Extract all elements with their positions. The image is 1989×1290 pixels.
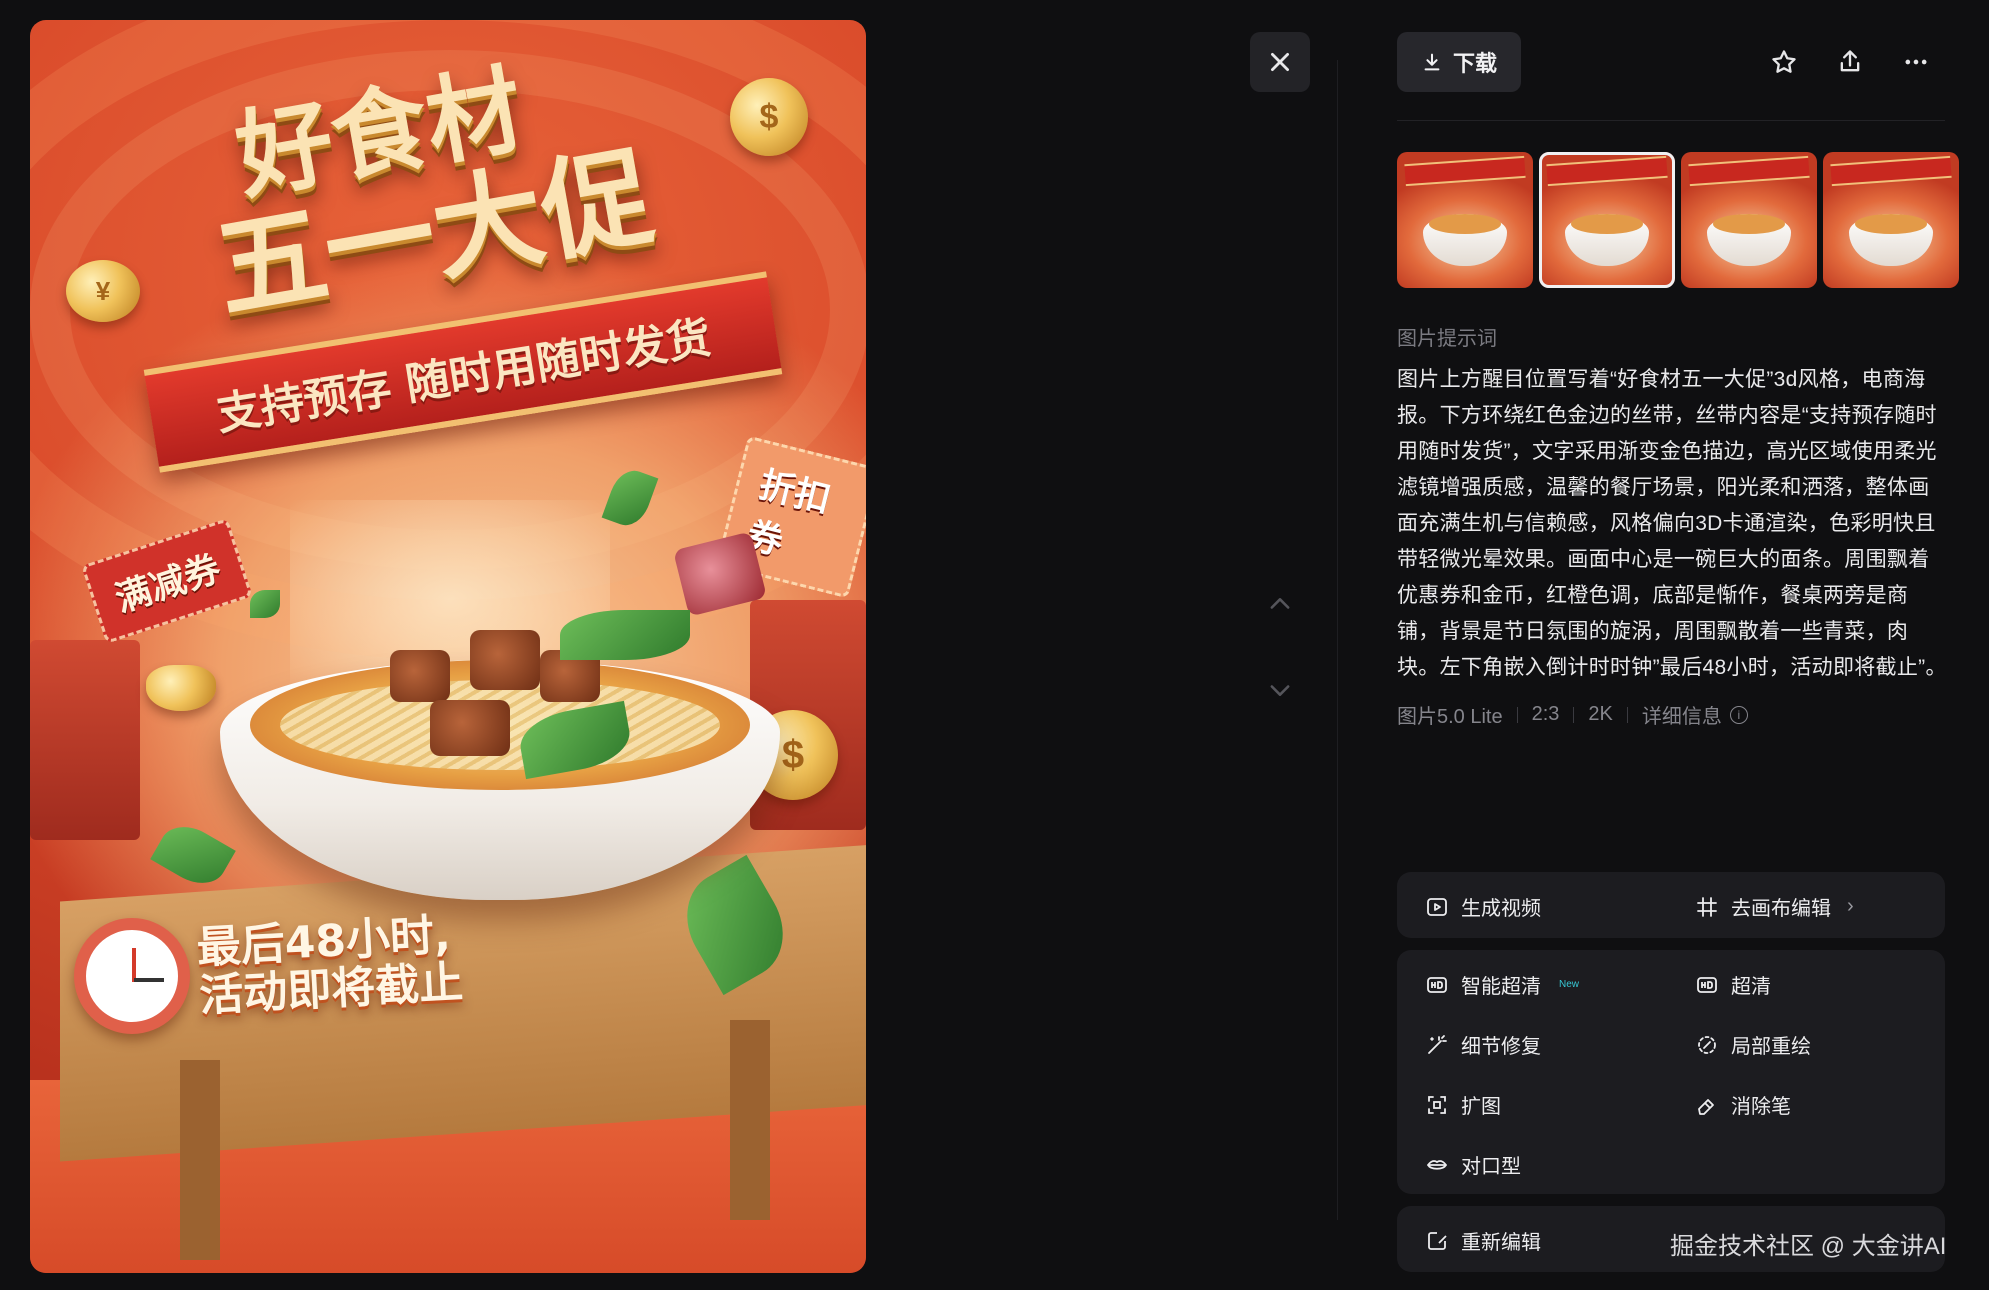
re-edit-label: 重新编辑 xyxy=(1461,1232,1541,1254)
details-link[interactable]: 详细信息 i xyxy=(1642,700,1748,729)
chevron-up-icon xyxy=(1270,598,1290,609)
new-badge: New xyxy=(1559,979,1580,990)
lip-sync-label: 对口型 xyxy=(1461,1156,1521,1178)
alarm-clock-icon xyxy=(74,918,190,1034)
generate-video-button[interactable]: 生成视频 xyxy=(1425,892,1541,921)
watermark: 掘金技术社区 @ 大金讲AI xyxy=(1670,1233,1947,1260)
close-button[interactable] xyxy=(1250,32,1310,92)
eraser-icon xyxy=(1698,1098,1714,1115)
share-icon xyxy=(1840,50,1860,72)
thumbnail-1[interactable] xyxy=(1397,152,1533,288)
beef-chunk xyxy=(390,650,450,702)
shop-left xyxy=(30,640,140,840)
header-divider xyxy=(1397,120,1945,121)
crop-icon xyxy=(1697,896,1717,917)
eraser-button[interactable]: 消除笔 xyxy=(1695,1090,1791,1119)
meta-separator xyxy=(1573,706,1575,723)
play-icon xyxy=(1427,897,1447,916)
hd-icon xyxy=(1697,976,1717,993)
panel-divider xyxy=(1337,60,1338,1220)
favorite-button[interactable] xyxy=(1766,44,1802,80)
table-leg xyxy=(180,1060,220,1260)
canvas-edit-label: 去画布编辑 xyxy=(1731,898,1831,920)
re-edit-button[interactable]: 重新编辑 xyxy=(1425,1226,1541,1255)
chevron-down-icon xyxy=(1270,685,1290,696)
generate-video-label: 生成视频 xyxy=(1461,898,1541,920)
upscale-label: 超清 xyxy=(1731,976,1771,998)
leaf-icon xyxy=(250,590,280,618)
action-card-primary: 生成视频 去画布编辑 › xyxy=(1397,872,1945,938)
download-label: 下载 xyxy=(1452,51,1497,76)
noodle-bowl xyxy=(220,610,780,920)
meta-ratio: 2:3 xyxy=(1531,703,1560,725)
inpaint-label: 局部重绘 xyxy=(1731,1036,1811,1058)
countdown-text: 最后48小时, 活动即将截止 xyxy=(196,910,465,1022)
prompt-text: 图片上方醒目位置写着“好食材五一大促”3d风格，电商海报。下方环绕红色金边的丝带… xyxy=(1397,368,1947,679)
previous-image-button[interactable] xyxy=(1266,590,1294,618)
magic-wand-icon xyxy=(1428,1034,1447,1054)
gold-ingot-icon xyxy=(146,665,216,711)
detail-fix-button[interactable]: 细节修复 xyxy=(1425,1030,1541,1059)
brush-circle-icon xyxy=(1698,1035,1716,1054)
meta-model: 图片5.0 Lite xyxy=(1397,706,1503,728)
expand-icon xyxy=(1428,1095,1446,1114)
upscale-button[interactable]: 超清 xyxy=(1695,970,1771,999)
lip-sync-button[interactable]: 对口型 xyxy=(1425,1150,1521,1179)
info-icon: i xyxy=(1729,705,1748,724)
thumbnail-strip xyxy=(1397,152,1959,288)
download-button[interactable]: 下载 xyxy=(1397,32,1521,92)
detail-fix-label: 细节修复 xyxy=(1461,1036,1541,1058)
expand-label: 扩图 xyxy=(1461,1096,1501,1118)
generated-poster-image[interactable]: $ ¥ $ 好食材 五一大促 支持预存 随时用随时发货 满减券 折扣券 最后48… xyxy=(30,20,866,1273)
eraser-label: 消除笔 xyxy=(1731,1096,1791,1118)
prompt-label: 图片提示词 xyxy=(1397,328,1497,350)
meta-separator xyxy=(1516,706,1518,723)
beef-chunk xyxy=(470,630,540,690)
lips-icon xyxy=(1426,1159,1448,1170)
image-viewer: $ ¥ $ 好食材 五一大促 支持预存 随时用随时发货 满减券 折扣券 最后48… xyxy=(0,0,1989,1290)
action-card-tools: 智能超清 New 超清 细节修复 局部重绘 扩图 消除笔 对口型 xyxy=(1397,950,1945,1194)
edit-icon xyxy=(1428,1231,1447,1250)
more-icon xyxy=(1905,59,1927,65)
canvas-edit-button[interactable]: 去画布编辑 › xyxy=(1695,892,1854,921)
chevron-right-icon: › xyxy=(1847,895,1854,917)
more-button[interactable] xyxy=(1898,44,1934,80)
gold-coin-icon: ¥ xyxy=(66,260,140,322)
download-icon xyxy=(1424,53,1440,71)
image-meta: 图片5.0 Lite 2:3 2K 详细信息 i xyxy=(1397,700,1748,729)
beef-chunk xyxy=(430,700,510,756)
smart-upscale-label: 智能超清 xyxy=(1461,976,1541,998)
thumbnail-2[interactable] xyxy=(1539,152,1675,288)
inpaint-button[interactable]: 局部重绘 xyxy=(1695,1030,1811,1059)
star-icon xyxy=(1772,50,1796,73)
meta-separator xyxy=(1626,706,1628,723)
bokchoy-leaf xyxy=(560,610,690,660)
thumbnail-4[interactable] xyxy=(1823,152,1959,288)
close-icon xyxy=(1271,53,1289,71)
next-image-button[interactable] xyxy=(1266,676,1294,704)
smart-upscale-button[interactable]: 智能超清 New xyxy=(1425,970,1579,999)
share-button[interactable] xyxy=(1832,44,1868,80)
thumbnail-3[interactable] xyxy=(1681,152,1817,288)
hd-plus-icon xyxy=(1427,976,1447,993)
details-label: 详细信息 xyxy=(1641,706,1722,728)
table-leg xyxy=(730,1020,770,1220)
expand-button[interactable]: 扩图 xyxy=(1425,1090,1501,1119)
meta-resolution: 2K xyxy=(1588,703,1613,725)
